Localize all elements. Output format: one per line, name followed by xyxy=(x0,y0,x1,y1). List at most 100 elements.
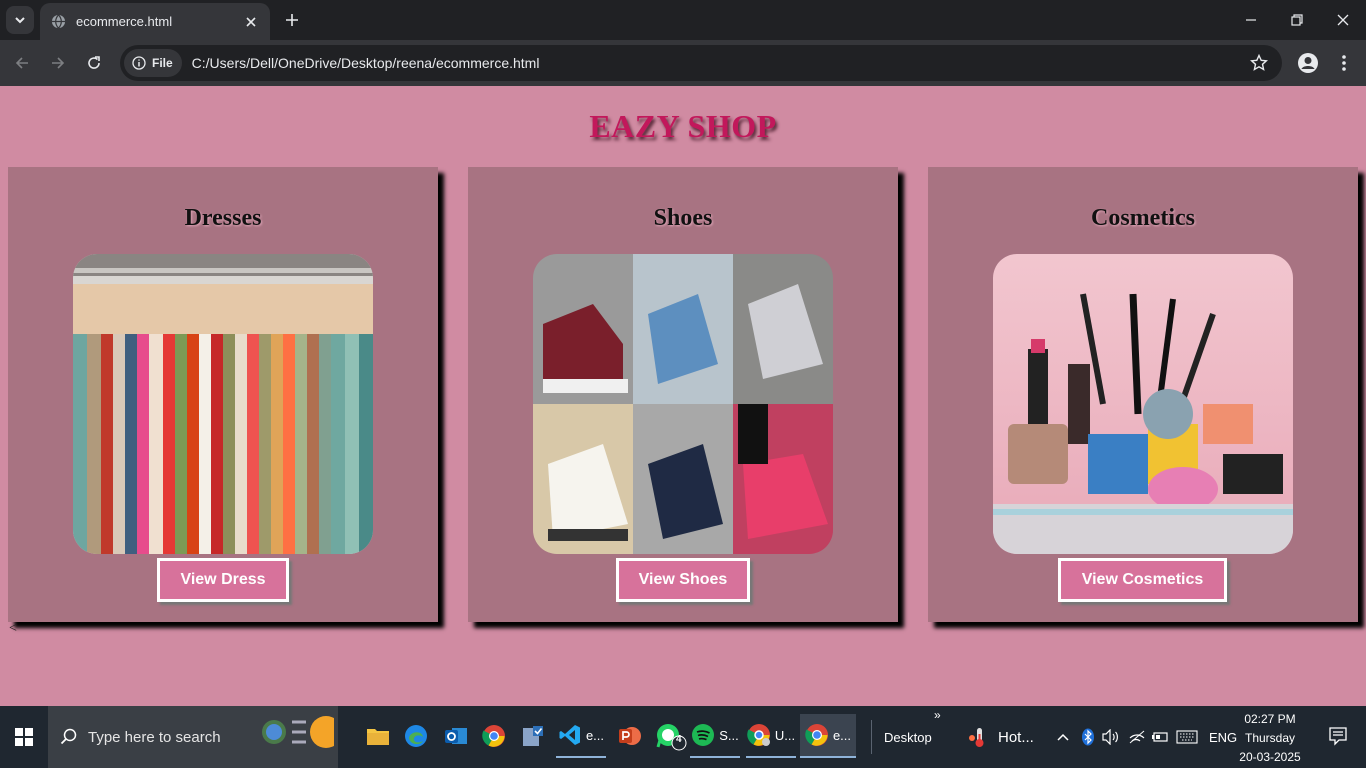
address-bar[interactable]: File C:/Users/Dell/OneDrive/Desktop/reen… xyxy=(120,45,1282,81)
restore-button[interactable] xyxy=(1274,0,1320,40)
view-cosmetics-button[interactable]: View Cosmetics xyxy=(1058,558,1227,602)
chrome-icon xyxy=(482,725,505,747)
system-clock[interactable]: 02:27 PM Thursday 20-03-2025 xyxy=(1232,710,1308,767)
more-vert-icon xyxy=(1342,55,1346,71)
chrome-icon xyxy=(805,724,828,746)
shoes-image xyxy=(533,254,833,554)
taskbar: Type here to search e... 4 S... U... e..… xyxy=(0,706,1366,768)
close-tab-icon[interactable] xyxy=(242,13,260,31)
bluetooth-icon[interactable] xyxy=(1081,706,1095,768)
desktop-label: Desktop xyxy=(884,729,932,745)
clock-day: Thursday xyxy=(1244,731,1296,745)
taskbar-chrome-profile-label: U... xyxy=(774,727,796,743)
restore-icon xyxy=(1291,14,1303,26)
taskbar-whatsapp[interactable]: 4 xyxy=(654,714,688,758)
dresses-image xyxy=(73,254,373,554)
category-card-dresses: Dresses View Dress xyxy=(8,167,438,622)
minimize-button[interactable] xyxy=(1228,0,1274,40)
taskbar-task-app[interactable] xyxy=(519,714,547,758)
notification-icon[interactable] xyxy=(1328,726,1348,751)
profile-button[interactable] xyxy=(1294,49,1322,77)
taskbar-chrome-current-label: e... xyxy=(832,727,852,743)
back-arrow-icon xyxy=(15,57,28,69)
search-icon xyxy=(60,728,78,746)
checklist-icon xyxy=(523,726,543,746)
page-viewport: EAZY SHOP Dresses View Dress Shoes View … xyxy=(0,86,1366,706)
taskbar-outlook[interactable] xyxy=(442,714,470,758)
taskbar-spotify-label: S... xyxy=(719,727,739,743)
tab-search-button[interactable] xyxy=(6,6,34,34)
site-info-chip[interactable]: File xyxy=(124,49,182,77)
browser-toolbar: File C:/Users/Dell/OneDrive/Desktop/reen… xyxy=(0,40,1366,86)
tab-title: ecommerce.html xyxy=(76,14,173,29)
edge-icon xyxy=(405,725,427,747)
chevron-up-icon xyxy=(1057,733,1069,741)
clock-date: 20-03-2025 xyxy=(1239,750,1301,764)
bookmark-star-icon[interactable] xyxy=(1249,53,1269,75)
whatsapp-badge: 4 xyxy=(676,734,682,745)
vscode-icon xyxy=(559,725,580,745)
taskbar-spotify[interactable]: S... xyxy=(690,714,740,758)
spotify-icon xyxy=(692,724,715,746)
keyboard-icon[interactable] xyxy=(1176,706,1198,768)
view-shoes-button[interactable]: View Shoes xyxy=(616,558,750,602)
back-button[interactable] xyxy=(8,49,36,77)
weather-text: Hot... xyxy=(998,728,1034,746)
search-placeholder: Type here to search xyxy=(88,728,221,746)
taskbar-edge[interactable] xyxy=(402,714,430,758)
card-title: Dresses xyxy=(184,205,262,231)
taskbar-search-box[interactable]: Type here to search xyxy=(48,706,342,768)
cosmetics-image xyxy=(993,254,1293,554)
weather-widget[interactable]: Hot... xyxy=(968,706,1034,768)
card-title: Cosmetics xyxy=(1091,205,1195,231)
search-highlight-icon xyxy=(260,712,342,756)
thermometer-icon xyxy=(969,728,984,747)
powerpoint-icon xyxy=(619,727,641,745)
chrome-profile-icon xyxy=(747,724,770,746)
info-icon xyxy=(132,56,146,70)
minimize-icon xyxy=(1246,19,1256,21)
browser-tab-bar: ecommerce.html xyxy=(0,0,1366,40)
site-chip-label: File xyxy=(152,56,173,70)
close-window-button[interactable] xyxy=(1320,0,1366,40)
taskbar-vscode-label: e... xyxy=(585,727,605,743)
folder-icon xyxy=(367,729,389,745)
card-title: Shoes xyxy=(653,205,713,231)
outlook-icon xyxy=(445,728,467,744)
forward-button[interactable] xyxy=(44,49,72,77)
page-title: EAZY SHOP xyxy=(589,108,777,144)
category-card-cosmetics: Cosmetics View Cosmetics xyxy=(928,167,1358,622)
expand-chevron-icon[interactable]: » xyxy=(934,708,941,722)
close-icon xyxy=(1337,14,1349,26)
battery-icon[interactable] xyxy=(1151,706,1169,768)
menu-button[interactable] xyxy=(1330,49,1358,77)
stray-text: < xyxy=(9,621,17,636)
new-tab-button[interactable] xyxy=(280,8,304,32)
taskbar-divider xyxy=(871,720,872,754)
browser-tab[interactable]: ecommerce.html xyxy=(40,3,270,40)
whatsapp-icon xyxy=(656,724,687,751)
taskbar-chrome[interactable] xyxy=(480,714,508,758)
globe-icon xyxy=(50,14,66,30)
taskbar-chrome-profile[interactable]: U... xyxy=(746,714,796,758)
category-card-shoes: Shoes View Shoes xyxy=(468,167,898,622)
taskbar-chrome-current[interactable]: e... xyxy=(800,714,856,758)
start-button[interactable] xyxy=(0,706,48,768)
wifi-icon[interactable] xyxy=(1129,706,1145,768)
taskbar-vscode[interactable]: e... xyxy=(556,714,606,758)
windows-icon xyxy=(15,728,33,746)
clock-time: 02:27 PM xyxy=(1244,712,1296,726)
plus-icon xyxy=(286,14,298,26)
volume-icon[interactable] xyxy=(1102,706,1120,768)
desktop-toolbar[interactable]: Desktop xyxy=(884,706,932,768)
url-text: C:/Users/Dell/OneDrive/Desktop/reena/eco… xyxy=(191,55,540,71)
reload-icon xyxy=(88,56,100,69)
view-dress-button[interactable]: View Dress xyxy=(157,558,289,602)
tray-overflow-button[interactable] xyxy=(1056,706,1070,768)
taskbar-powerpoint[interactable] xyxy=(616,714,644,758)
profile-icon xyxy=(1298,53,1318,73)
forward-arrow-icon xyxy=(52,57,65,69)
chevron-down-icon xyxy=(15,17,25,24)
taskbar-file-explorer[interactable] xyxy=(364,714,392,758)
reload-button[interactable] xyxy=(80,49,108,77)
